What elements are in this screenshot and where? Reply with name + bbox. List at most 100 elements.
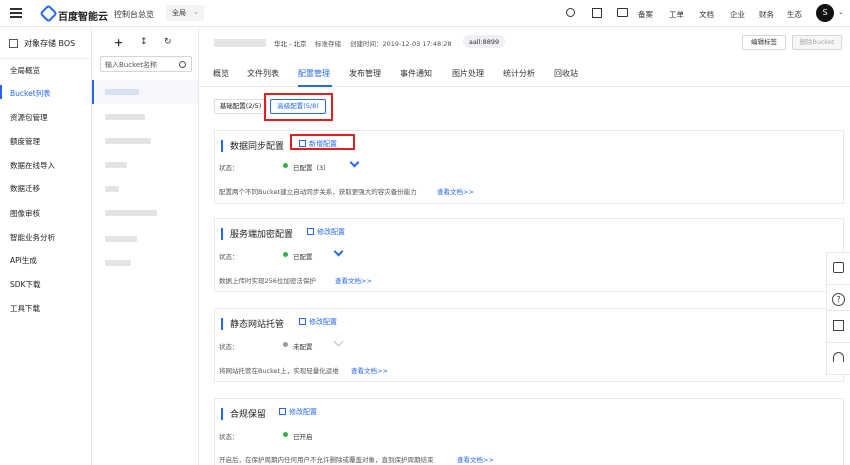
like-button[interactable]	[826, 252, 850, 285]
top-nav-item[interactable]: 财务	[759, 9, 774, 20]
thumbs-up-icon	[833, 262, 844, 273]
tab-recycle-bin[interactable]: 回收站	[554, 68, 578, 79]
sidebar-item-migration[interactable]: 数据迁移	[10, 183, 40, 194]
brand-name[interactable]: 百度智能云	[58, 8, 108, 23]
top-nav-item[interactable]: 文档	[699, 9, 714, 20]
add-bucket-icon[interactable]: +	[114, 36, 123, 49]
basic-config-tab[interactable]: 基础配置(2/5)	[214, 99, 267, 114]
list-item[interactable]	[105, 162, 127, 168]
expand-chevron-icon[interactable]	[333, 246, 344, 257]
status-label: 状态：	[219, 253, 239, 261]
card-description: 数据上传时实现256位加密法保护	[219, 277, 316, 285]
highlight-box	[290, 134, 355, 150]
sidebar: 对象存储 BOS 全局概览 Bucket列表 资源包管理 额度管理 数据在线导入…	[0, 28, 92, 465]
bucket-list-pane: + ↕ ↻ 输入Bucket名称	[92, 28, 199, 465]
region-selector[interactable]: 全局 ⌄	[166, 5, 204, 21]
bucket-name	[214, 39, 266, 47]
console-overview-link[interactable]: 控制台总览	[114, 9, 154, 20]
expand-chevron-icon[interactable]	[349, 157, 360, 168]
delete-bucket-button[interactable]: 删除Bucket	[792, 35, 842, 50]
sidebar-active-indicator	[0, 85, 2, 99]
top-nav-item[interactable]: 备案	[638, 9, 653, 20]
edit-icon[interactable]	[307, 228, 314, 235]
edit-icon[interactable]	[299, 318, 306, 325]
qr-code-icon[interactable]	[592, 8, 602, 18]
list-item[interactable]	[105, 210, 157, 216]
compliance-retention-card: 合规保留 修改配置 状态： 已开启 开启后，在保护周期内任何用户不允许删除或覆盖…	[214, 398, 844, 465]
feedback-button[interactable]	[826, 310, 850, 343]
status-text: 已配置（3）	[293, 164, 330, 172]
top-nav-item[interactable]: 工单	[669, 9, 684, 20]
sidebar-item-resource-packages[interactable]: 资源包管理	[10, 112, 48, 123]
tab-image-processing[interactable]: 图片处理	[452, 68, 484, 79]
list-item[interactable]	[105, 89, 139, 95]
tab-overview[interactable]: 概览	[213, 68, 229, 79]
bucket-search-input[interactable]: 输入Bucket名称	[100, 56, 192, 72]
sidebar-item-quota[interactable]: 额度管理	[10, 136, 40, 147]
bucket-tag-badge: aall:8899	[463, 35, 505, 48]
view-docs-link[interactable]: 查看文档>>	[457, 454, 494, 464]
top-navigation-bar: 百度智能云 控制台总览 全局 ⌄ 备案 工单 文档 企业 财务 生态 S ⌄	[0, 0, 850, 27]
refresh-icon[interactable]: ↻	[164, 37, 172, 47]
card-accent-bar	[221, 140, 223, 152]
sort-icon[interactable]: ↕	[140, 37, 148, 47]
edit-tags-button[interactable]: 编辑标签	[742, 35, 786, 50]
avatar[interactable]: S	[816, 4, 834, 22]
avatar-initial: S	[822, 8, 828, 17]
sidebar-title: 对象存储 BOS	[24, 39, 76, 48]
view-docs-link[interactable]: 查看文档>>	[437, 186, 474, 196]
status-dot	[283, 432, 288, 437]
sidebar-item-image-review[interactable]: 图像审核	[10, 208, 40, 219]
card-description: 将网站托管在Bucket上，实现轻量化运维	[219, 367, 339, 375]
edit-feedback-icon	[833, 320, 844, 331]
edit-icon[interactable]	[279, 408, 286, 415]
support-button[interactable]	[826, 342, 850, 375]
card-accent-bar	[221, 318, 223, 330]
card-title: 服务端加密配置	[230, 230, 294, 240]
chevron-down-icon[interactable]: ⌄	[838, 8, 844, 16]
card-accent-bar	[221, 228, 223, 240]
tab-event-notify[interactable]: 事件通知	[400, 68, 432, 79]
top-nav-item[interactable]: 生态	[787, 9, 802, 20]
list-item[interactable]	[105, 236, 137, 242]
tab-statistics[interactable]: 统计分析	[503, 68, 535, 79]
question-icon: ?	[832, 293, 845, 306]
modify-config-link[interactable]: 修改配置	[289, 407, 317, 417]
sidebar-item-sdk[interactable]: SDK下载	[10, 279, 40, 290]
bucket-search-placeholder: 输入Bucket名称	[105, 61, 157, 69]
sidebar-item-overview[interactable]: 全局概览	[10, 65, 40, 76]
sidebar-item-tools[interactable]: 工具下载	[10, 303, 40, 314]
status-text: 已开启	[293, 433, 313, 441]
sidebar-item-api[interactable]: API生成	[10, 255, 37, 266]
status-label: 状态：	[219, 343, 239, 351]
list-item[interactable]	[105, 114, 145, 120]
brand-logo-icon[interactable]	[39, 4, 58, 23]
hamburger-menu-icon[interactable]	[10, 8, 22, 18]
sidebar-item-analytics[interactable]: 智能业务分析	[10, 232, 55, 243]
expand-chevron-icon[interactable]	[333, 336, 344, 347]
sidebar-item-bucket-list[interactable]: Bucket列表	[10, 88, 51, 99]
list-item[interactable]	[105, 186, 119, 192]
view-docs-link[interactable]: 查看文档>>	[351, 365, 388, 375]
region-selector-label: 全局	[172, 9, 186, 17]
message-icon[interactable]	[617, 8, 628, 17]
list-item[interactable]	[105, 260, 131, 266]
top-nav-item[interactable]: 企业	[730, 9, 745, 20]
tab-config-management[interactable]: 配置管理	[298, 68, 330, 79]
view-docs-link[interactable]: 查看文档>>	[335, 275, 372, 285]
modify-config-link[interactable]: 修改配置	[309, 317, 337, 327]
status-label: 状态：	[219, 164, 239, 172]
search-icon	[179, 61, 186, 68]
tab-publish[interactable]: 发布管理	[349, 68, 381, 79]
active-tab-underline	[298, 85, 332, 87]
sidebar-item-online-import[interactable]: 数据在线导入	[10, 160, 55, 171]
tab-file-list[interactable]: 文件列表	[247, 68, 279, 79]
bucket-storage-class: 标准存储	[315, 40, 341, 48]
tabs-divider	[199, 86, 850, 87]
modify-config-link[interactable]: 修改配置	[317, 227, 345, 237]
status-text: 已配置	[293, 253, 313, 261]
list-item[interactable]	[105, 138, 151, 144]
highlight-box	[264, 93, 333, 121]
headset-icon	[833, 352, 844, 362]
search-icon[interactable]	[566, 8, 575, 17]
